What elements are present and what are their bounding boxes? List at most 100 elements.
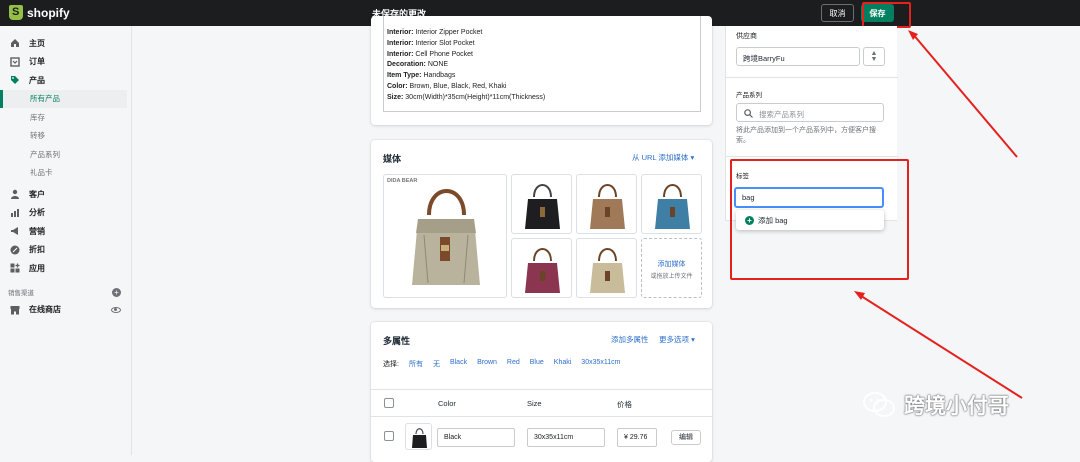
variant-price-input[interactable]: ¥ 29.76 (617, 428, 657, 447)
description-card: Interior: Interior Zipper Pocket Interio… (371, 16, 712, 125)
search-icon (744, 109, 753, 118)
shopify-logo[interactable]: shopify (9, 5, 70, 20)
tag-icon (10, 75, 20, 85)
filter-khaki[interactable]: Khaki (554, 359, 572, 369)
sidebar-item-orders[interactable]: 订单 (0, 53, 131, 72)
orders-icon (10, 57, 20, 67)
sidebar-item-label: 产品 (29, 75, 45, 85)
row-checkbox[interactable] (384, 431, 394, 441)
variants-table-header: Color Size 价格 (371, 389, 712, 417)
description-line: Color: Brown, Blue, Black, Red, Khaki (387, 82, 507, 90)
sidebar-item-label: 应用 (29, 263, 45, 273)
sidebar-item-label: 订单 (29, 57, 45, 67)
vendor-input[interactable]: 跨境BarryFu (736, 47, 860, 66)
discount-icon (10, 245, 20, 255)
description-editor[interactable]: Interior: Interior Zipper Pocket Interio… (383, 16, 701, 112)
collection-help-text: 将此产品添加到一个产品系列中，方便客户搜索。 (736, 127, 876, 144)
description-line: Interior: Interior Slot Pocket (387, 39, 475, 47)
filter-brown[interactable]: Brown (477, 359, 497, 369)
sidebar-item-customers[interactable]: 客户 (0, 185, 131, 204)
variants-card: 多属性 添加多属性 更多选项 ▾ 选择: 所有 无 Black Brown Re… (371, 322, 712, 462)
sidebar-item-label: 主页 (29, 38, 45, 48)
sidebar-item-discounts[interactable]: 折扣 (0, 241, 131, 260)
sidebar-subitem-collections[interactable]: 产品系列 (0, 145, 131, 164)
brand-watermark: DIDA BEAR (387, 178, 418, 184)
divider (726, 156, 898, 157)
divider (726, 77, 898, 78)
vendor-label: 供应商 (736, 33, 757, 40)
sidebar-item-label: 折扣 (29, 245, 45, 255)
add-variant-link[interactable]: 添加多属性 (611, 334, 649, 345)
sidebar-item-marketing[interactable]: 营销 (0, 222, 131, 241)
media-thumb-brown[interactable] (576, 174, 637, 234)
variant-thumb[interactable] (405, 423, 432, 450)
filter-all[interactable]: 所有 (409, 359, 423, 369)
sidebar-subitem-transfers[interactable]: 转移 (0, 127, 131, 146)
media-thumb-khaki[interactable] (576, 238, 637, 298)
filter-blue[interactable]: Blue (530, 359, 544, 369)
store-icon (10, 305, 20, 315)
collection-search-input[interactable]: 搜索产品系列 (736, 103, 884, 122)
filter-red[interactable]: Red (507, 359, 520, 369)
collection-label: 产品系列 (736, 92, 762, 99)
media-title: 媒体 (383, 154, 402, 164)
sales-channels-label: 销售渠道 (8, 290, 34, 297)
description-line: Interior: Cell Phone Pocket (387, 50, 473, 58)
sidebar-subitem-all-products[interactable]: 所有产品 (0, 89, 127, 108)
cancel-button[interactable]: 取消 (821, 4, 854, 22)
media-dropzone[interactable]: 添加媒体 或拖放上传文件 (641, 238, 702, 298)
sidebar-subitem-gift-cards[interactable]: 礼品卡 (0, 164, 131, 183)
sidebar-item-analytics[interactable]: 分析 (0, 204, 131, 223)
sidebar-item-home[interactable]: 主页 (0, 34, 131, 53)
arrow-to-tags (857, 293, 1023, 399)
col-price: 价格 (617, 400, 632, 409)
sidebar-item-label: 营销 (29, 226, 45, 236)
add-media-button[interactable]: 添加媒体 (642, 259, 701, 269)
media-thumb-black[interactable] (511, 174, 572, 234)
media-thumb-blue[interactable] (641, 174, 702, 234)
megaphone-icon (10, 226, 20, 236)
variant-size-input[interactable]: 30x35x11cm (527, 428, 605, 447)
sidebar-item-online-store[interactable]: 在线商店 (0, 301, 131, 320)
description-line: Item Type: Handbags (387, 72, 456, 80)
edit-variant-button[interactable]: 编辑 (671, 430, 701, 445)
media-thumb-red[interactable] (511, 238, 572, 298)
select-label: 选择: (383, 361, 399, 368)
logo-text: shopify (27, 5, 70, 20)
tags-annotation-box (730, 159, 909, 280)
description-line: Decoration: NONE (387, 61, 449, 69)
media-main-image[interactable]: DIDA BEAR (383, 174, 507, 298)
col-color: Color (438, 399, 456, 408)
filter-none[interactable]: 无 (433, 359, 440, 369)
sidebar: 主页 订单 产品 所有产品 库存 转移 产品系列 礼品卡 客户 分析 营销 折扣… (0, 26, 132, 455)
variant-filter: 选择: 所有 无 Black Brown Red Blue Khaki 30x3… (383, 359, 620, 369)
sidebar-item-apps[interactable]: 应用 (0, 259, 131, 278)
wechat-watermark: 跨境小付哥 (862, 390, 1009, 420)
sidebar-item-products[interactable]: 产品 (0, 71, 131, 90)
save-annotation-box (862, 2, 911, 28)
media-card: 媒体 从 URL 添加媒体 ▾ DIDA BEAR 添加媒体 或拖放上传文件 (371, 140, 712, 308)
home-icon (10, 38, 20, 48)
sidebar-item-label: 在线商店 (29, 305, 61, 315)
sales-channels-header: 销售渠道 + (0, 284, 131, 301)
handbag-image (412, 189, 480, 285)
sidebar-item-label: 客户 (29, 189, 45, 199)
description-line: Size: 30cm(Width)*35cm(Height)*11cm(Thic… (387, 93, 546, 101)
variant-color-input[interactable]: Black (437, 428, 515, 447)
filter-black[interactable]: Black (450, 359, 467, 369)
add-channel-icon[interactable]: + (112, 287, 121, 297)
analytics-icon (10, 208, 20, 218)
select-all-checkbox[interactable] (384, 398, 394, 408)
filter-size[interactable]: 30x35x11cm (581, 359, 620, 369)
more-options-link[interactable]: 更多选项 ▾ (659, 334, 695, 345)
eye-icon[interactable] (111, 306, 121, 313)
shopify-bag-icon (9, 5, 23, 20)
collection-placeholder: 搜索产品系列 (759, 110, 804, 119)
add-media-from-url-link[interactable]: 从 URL 添加媒体 ▾ (632, 152, 694, 163)
sidebar-subitem-inventory[interactable]: 库存 (0, 108, 131, 127)
vendor-stepper[interactable]: ▲ ▼ (863, 47, 885, 66)
variants-title: 多属性 (383, 336, 411, 346)
watermark-text: 跨境小付哥 (904, 395, 1009, 418)
drop-files-hint: 或拖放上传文件 (650, 274, 693, 280)
apps-icon (10, 263, 20, 273)
